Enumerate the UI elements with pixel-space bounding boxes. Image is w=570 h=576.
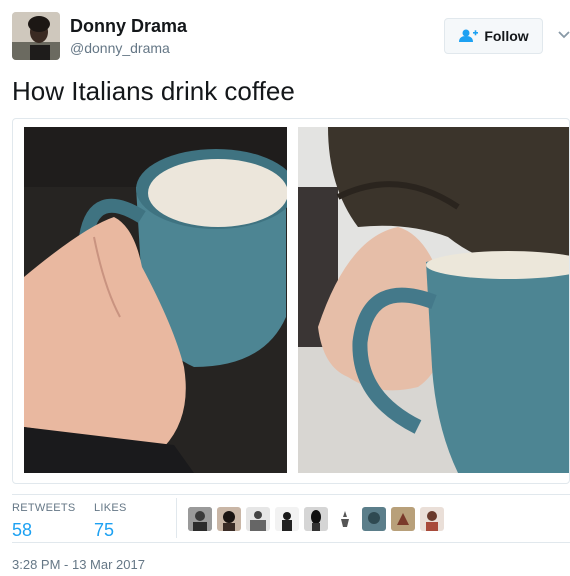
tweet-media[interactable] — [12, 118, 570, 484]
follow-button-label: Follow — [484, 28, 529, 44]
stats-separator — [176, 498, 177, 538]
liker-avatar[interactable] — [362, 507, 386, 531]
retweets-count[interactable]: 58 — [12, 520, 76, 541]
liker-avatar[interactable] — [391, 507, 415, 531]
liker-avatar[interactable] — [333, 507, 357, 531]
liker-avatar[interactable] — [420, 507, 444, 531]
liker-avatar[interactable] — [217, 507, 241, 531]
photo-right[interactable] — [298, 127, 569, 473]
stats-divider-top — [12, 494, 570, 495]
author-name[interactable]: Donny Drama — [70, 16, 187, 37]
author-handle[interactable]: @donny_drama — [70, 40, 170, 56]
tweet-timestamp[interactable]: 3:28 PM - 13 Mar 2017 — [12, 557, 145, 572]
add-user-icon — [459, 29, 479, 42]
likes-label: LIKES — [94, 502, 127, 514]
mug-hand-photo-right — [298, 127, 569, 473]
tweet-text: How Italians drink coffee — [12, 76, 295, 106]
liker-avatar[interactable] — [246, 507, 270, 531]
chevron-down-icon[interactable] — [558, 28, 570, 42]
likes-stat[interactable]: LIKES 75 — [94, 502, 127, 541]
liker-avatar[interactable] — [275, 507, 299, 531]
retweets-label: RETWEETS — [12, 502, 76, 514]
liker-avatar[interactable] — [188, 507, 212, 531]
avatar-image — [12, 12, 60, 60]
follow-button[interactable]: Follow — [444, 18, 543, 54]
retweets-stat[interactable]: RETWEETS 58 — [12, 502, 76, 541]
author-avatar[interactable] — [12, 12, 60, 60]
mug-hand-photo-left — [24, 127, 287, 473]
likes-count[interactable]: 75 — [94, 520, 127, 541]
stats-divider-bottom — [12, 542, 570, 543]
photo-left[interactable] — [24, 127, 287, 473]
liker-avatar[interactable] — [304, 507, 328, 531]
